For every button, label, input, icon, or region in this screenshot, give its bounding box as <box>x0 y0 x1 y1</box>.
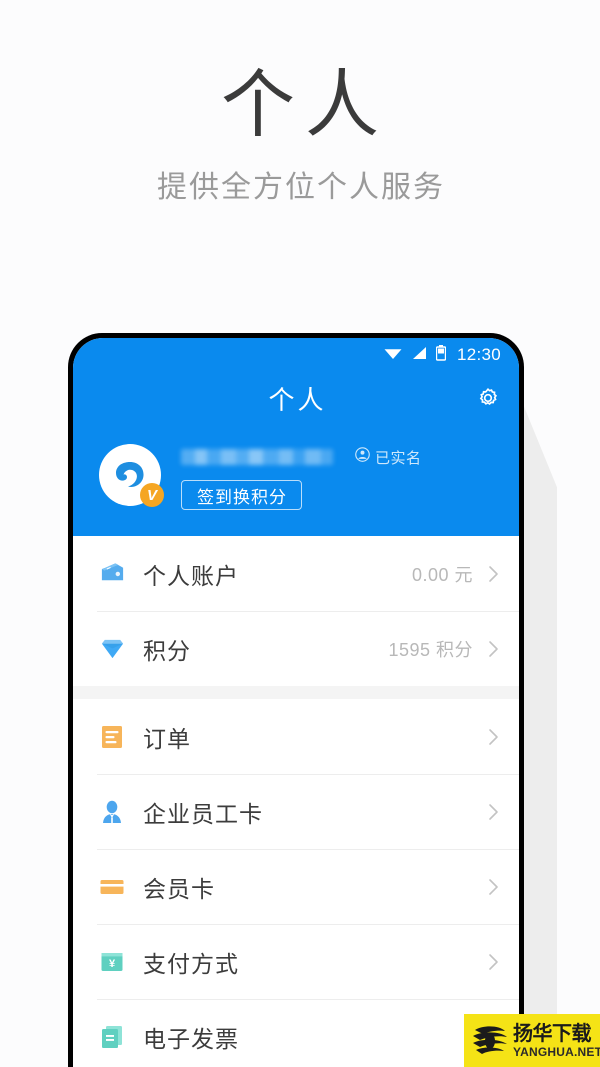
list-item-e-invoice[interactable]: 电子发票 <box>73 999 519 1067</box>
list-item-value: 1595 积分 <box>388 639 473 660</box>
page-title: 个人 <box>221 63 389 146</box>
app-bar: 个人 <box>73 372 519 424</box>
person-circle-icon <box>355 447 370 467</box>
signin-exchange-points-button[interactable]: 签到换积分 <box>181 480 302 510</box>
list-item-label: 电子发票 <box>143 1025 239 1052</box>
list-item-payment-method[interactable]: ¥ 支付方式 <box>73 924 519 999</box>
list-group-account: 个人账户 0.00 元 积分 1595 积分 <box>73 536 519 686</box>
chevron-right-icon <box>485 953 501 970</box>
chevron-right-icon <box>485 640 501 657</box>
verified-v-badge: V <box>140 483 164 507</box>
payment-method-icon: ¥ <box>97 947 127 977</box>
status-badge: 已实名 <box>355 447 422 468</box>
gear-icon[interactable] <box>473 383 503 413</box>
list-item-label: 积分 <box>143 637 191 664</box>
list-item-orders[interactable]: 订单 <box>73 699 519 774</box>
page-root: 个人 提供全方位个人服务 12:30 个人 V 已实名 签到换积分 个人账户 0… <box>0 0 600 1067</box>
svg-text:¥: ¥ <box>109 958 116 970</box>
avatar[interactable]: V <box>99 444 164 507</box>
watermark-en: YANGHUA.NET <box>513 1044 600 1059</box>
wallet-icon <box>97 559 127 589</box>
promo-header: 个人 提供全方位个人服务 <box>0 0 600 206</box>
signal-icon <box>411 346 427 365</box>
list-item-label: 支付方式 <box>143 950 239 977</box>
chevron-right-icon <box>485 565 501 582</box>
list-group-services: 订单 企业员工卡 会员卡 ¥ 支付方式 电子发票 <box>73 699 519 1067</box>
verified-label: 已实名 <box>375 449 422 467</box>
list-item-personal-account[interactable]: 个人账户 0.00 元 <box>73 536 519 611</box>
list-item-membership-card[interactable]: 会员卡 <box>73 849 519 924</box>
list-item-label: 个人账户 <box>143 562 239 589</box>
watermark: 扬华下载 YANGHUA.NET <box>464 1014 600 1067</box>
phone-mockup: 12:30 个人 V 已实名 签到换积分 个人账户 0.00 元 积分 1595… <box>68 333 524 1067</box>
list-item-label: 订单 <box>143 725 191 752</box>
membership-card-icon <box>97 872 127 902</box>
username-masked <box>181 449 333 465</box>
list-item-points[interactable]: 积分 1595 积分 <box>73 611 519 686</box>
e-invoice-icon <box>97 1022 127 1052</box>
list-item-employee-card[interactable]: 企业员工卡 <box>73 774 519 849</box>
diamond-icon <box>97 634 127 664</box>
watermark-cn: 扬华下载 <box>513 1022 592 1045</box>
phone-screen: 12:30 个人 V 已实名 签到换积分 个人账户 0.00 元 积分 1595… <box>73 338 519 1067</box>
list-item-label: 企业员工卡 <box>143 800 263 827</box>
employee-card-icon <box>97 797 127 827</box>
page-subtitle: 提供全方位个人服务 <box>157 171 445 204</box>
wifi-icon <box>384 346 402 365</box>
chevron-right-icon <box>485 728 501 745</box>
status-clock: 12:30 <box>456 345 501 364</box>
profile-section: V 已实名 签到换积分 <box>73 424 519 536</box>
chevron-right-icon <box>485 878 501 895</box>
battery-icon <box>435 344 447 366</box>
username-row: 已实名 <box>181 446 519 468</box>
list-item-label: 会员卡 <box>143 875 215 902</box>
group-divider <box>73 686 519 699</box>
app-bar-title: 个人 <box>268 384 327 415</box>
list-item-value: 0.00 元 <box>411 564 473 585</box>
profile-details: 已实名 签到换积分 <box>181 444 519 510</box>
order-document-icon <box>97 722 127 752</box>
status-bar: 12:30 <box>73 338 519 372</box>
chevron-right-icon <box>485 803 501 820</box>
watermark-text: 扬华下载 YANGHUA.NET <box>513 1024 600 1058</box>
globe-logo-icon <box>469 1021 511 1061</box>
